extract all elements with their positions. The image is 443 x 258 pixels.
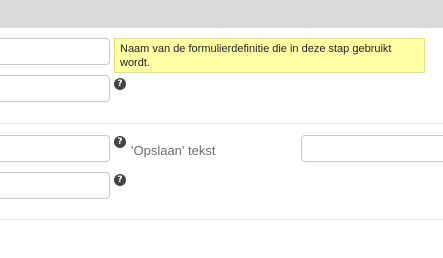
help-icon[interactable]: ? bbox=[114, 136, 126, 148]
text-input-2[interactable] bbox=[0, 75, 110, 102]
save-text-input[interactable] bbox=[301, 135, 443, 162]
text-input-5[interactable] bbox=[0, 172, 110, 199]
form-definition-input[interactable] bbox=[0, 38, 110, 65]
help-icon[interactable]: ? bbox=[114, 174, 126, 186]
section-divider bbox=[0, 219, 443, 220]
section-divider bbox=[0, 123, 443, 124]
tooltip: Naam van de formulierdefinitie die in de… bbox=[114, 38, 425, 73]
top-bar bbox=[0, 0, 443, 28]
tooltip-text: Naam van de formulierdefinitie die in de… bbox=[120, 43, 392, 69]
help-icon[interactable]: ? bbox=[114, 78, 126, 90]
save-text-label: 'Opslaan' tekst bbox=[131, 143, 216, 158]
text-input-3[interactable] bbox=[0, 135, 110, 162]
